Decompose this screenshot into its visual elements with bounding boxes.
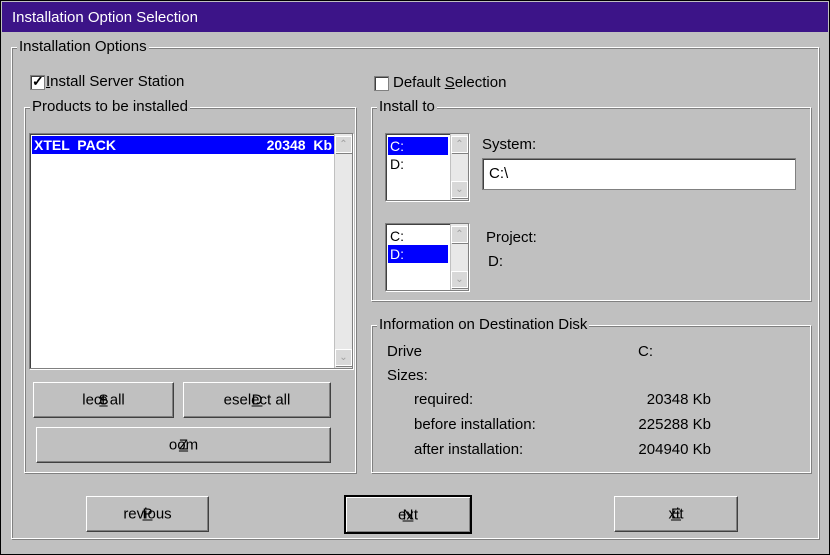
deselect-all-button[interactable]: Deselect all [183, 382, 331, 418]
products-listbox[interactable]: XTEL PACK 20348 Kb ⌃ ⌄ [29, 133, 353, 369]
required-value: 20348 Kb [646, 391, 711, 408]
products-scrollbar[interactable]: ⌃ ⌄ [334, 134, 352, 368]
install-server-station-label[interactable]: Install Server Station [46, 73, 184, 91]
install-to-legend: Install to [377, 98, 437, 115]
scroll-down-button[interactable]: ⌄ [335, 349, 352, 366]
scroll-down-button[interactable]: ⌄ [451, 181, 468, 198]
list-item[interactable]: C: [388, 137, 448, 155]
next-button[interactable]: Next [344, 495, 472, 534]
chevron-down-icon: ⌄ [455, 184, 464, 195]
default-selection-checkbox[interactable] [374, 76, 389, 91]
required-label: required: [414, 391, 474, 408]
select-all-button[interactable]: Se lect all [33, 382, 174, 418]
scroll-up-button[interactable]: ⌃ [335, 136, 352, 153]
before-label: before installation: [414, 416, 536, 433]
chevron-up-icon: ⌃ [455, 139, 464, 150]
scroll-up-button[interactable]: ⌃ [451, 136, 468, 153]
drive-label: Drive [387, 343, 423, 360]
installation-dialog: Installation Option Selection Installati… [0, 0, 830, 555]
previous-button[interactable]: Previous [86, 496, 209, 532]
system-path-input[interactable]: C:\ [482, 158, 796, 190]
before-value: 225288 Kb [638, 416, 711, 433]
system-drive-scrollbar[interactable]: ⌃ ⌄ [450, 134, 468, 200]
after-value: 204940 Kb [638, 441, 711, 458]
default-selection-label[interactable]: Default Selection [393, 74, 506, 92]
product-size: 20348 Kb [266, 137, 332, 153]
zoom-button[interactable]: Zoom [36, 427, 331, 463]
after-label: after installation: [414, 441, 524, 458]
list-item[interactable]: D: [388, 245, 448, 263]
exit-button[interactable]: Exit [614, 496, 738, 532]
project-drive-listbox[interactable]: C: D: ⌃ ⌄ [385, 223, 469, 291]
window-title: Installation Option Selection [12, 9, 198, 26]
chevron-up-icon: ⌃ [455, 229, 464, 240]
list-item[interactable]: D: [388, 155, 448, 173]
scroll-down-button[interactable]: ⌄ [451, 271, 468, 288]
title-bar[interactable]: Installation Option Selection [2, 2, 828, 32]
chevron-down-icon: ⌄ [339, 352, 348, 363]
installation-options-legend: Installation Options [17, 38, 149, 55]
sizes-label: Sizes: [387, 367, 428, 384]
disk-info-legend: Information on Destination Disk [377, 316, 590, 333]
chevron-down-icon: ⌄ [455, 274, 464, 285]
system-label: System: [482, 136, 537, 153]
system-drive-listbox[interactable]: C: D: ⌃ ⌄ [385, 133, 469, 201]
list-item[interactable]: XTEL PACK 20348 Kb [32, 136, 334, 154]
drive-value: C: [638, 343, 653, 360]
project-drive-scrollbar[interactable]: ⌃ ⌄ [450, 224, 468, 290]
list-item[interactable]: C: [388, 227, 448, 245]
products-legend: Products to be installed [30, 98, 190, 115]
scroll-up-button[interactable]: ⌃ [451, 226, 468, 243]
install-server-station-checkbox[interactable]: ✓ [30, 73, 45, 90]
product-name: XTEL PACK [34, 137, 116, 153]
checkmark-icon: ✓ [32, 73, 44, 89]
chevron-up-icon: ⌃ [339, 139, 348, 150]
project-label: Project: [486, 229, 537, 246]
project-value: D: [488, 253, 503, 270]
